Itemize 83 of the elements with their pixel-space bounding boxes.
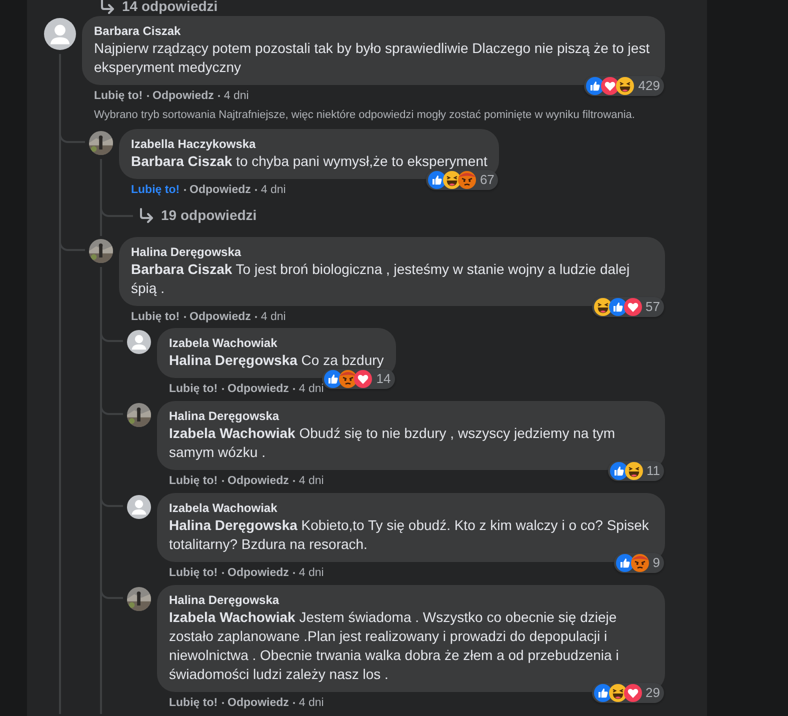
avatar-icon[interactable] <box>127 494 151 518</box>
like-link[interactable]: Lubię to! <box>94 88 143 104</box>
laughing-face-icon <box>608 684 627 702</box>
author-name[interactable]: Halina Deręgowska <box>131 244 653 260</box>
reaction-count: 429 <box>638 77 660 95</box>
comment-text: Barbara Ciszak To jest broń biologiczna , jesteśmy w stanie wojny a ludzie dalej śpią . <box>131 260 631 298</box>
separator-dot <box>218 95 220 97</box>
timestamp: 4 dni <box>298 474 324 488</box>
laughing-face-icon <box>616 77 634 95</box>
comment-text: Najpierw rządzący potem pozostali tak by było sprawiedliwie Dlaczego nie piszą że to jest eksperyment medyczny <box>94 39 651 77</box>
like-link[interactable]: Lubię to! <box>169 564 218 580</box>
author-name[interactable]: Halina Deręgowska <box>169 592 653 608</box>
reply-link[interactable]: Odpowiedz <box>228 694 289 710</box>
reply-link[interactable]: Odpowiedz <box>152 88 214 104</box>
avatar-icon[interactable] <box>44 18 76 50</box>
reaction-count: 57 <box>646 298 660 316</box>
reaction-count: 14 <box>376 370 391 388</box>
like-link[interactable]: Lubię to! <box>169 380 218 396</box>
thumbs-up-icon <box>428 171 446 189</box>
reaction-count: 67 <box>480 171 494 189</box>
separator-dot <box>222 480 224 482</box>
laughing-face-icon <box>624 462 642 480</box>
filter-notice: Wybrano tryb sortowania Najtrafniejsze, więc niektóre odpowiedzi mogły zostać pominięte w wyniku filtrowania. <box>94 108 636 123</box>
angry-face-icon <box>458 171 476 189</box>
reaction-summary[interactable]: 67 <box>426 170 498 190</box>
reaction-summary[interactable]: 11 <box>608 460 664 480</box>
timestamp: 4 dni <box>260 310 286 324</box>
reaction-count: 29 <box>646 684 660 702</box>
separator-dot <box>254 316 257 318</box>
reply-link[interactable]: Odpowiedz <box>190 182 251 198</box>
thumbs-up-icon <box>594 684 612 702</box>
reaction-summary[interactable]: 57 <box>592 296 664 316</box>
separator-dot <box>222 702 224 704</box>
separator-dot <box>222 388 224 390</box>
author-name[interactable]: Izabella Haczykowska <box>131 136 488 152</box>
author-name[interactable]: Izabela Wachowiak <box>169 334 384 350</box>
timestamp: 4 dni <box>298 382 324 396</box>
reaction-summary[interactable]: 9 <box>614 552 664 572</box>
like-link[interactable]: Lubię to! <box>131 182 180 198</box>
reply-link[interactable]: Odpowiedz <box>190 308 251 324</box>
comment-text: Halina Deręgowska Kobieto,to Ty się obudź. Kto z kim walczy i o co? Spisek totalitarny? Bzdura na resorach. <box>169 516 650 554</box>
timestamp: 4 dni <box>298 696 324 710</box>
reply-link[interactable]: Odpowiedz <box>228 380 289 396</box>
separator-dot <box>184 316 186 318</box>
comment-text: Barbara Ciszak to chyba pani wymysł,że to eksperyment <box>131 152 488 171</box>
separator-dot <box>292 702 295 704</box>
separator-dot <box>292 480 295 482</box>
separator-dot <box>292 388 295 390</box>
like-link[interactable]: Lubię to! <box>131 308 180 324</box>
separator-dot <box>292 572 295 574</box>
author-name[interactable]: Izabela Wachowiak <box>169 500 653 516</box>
comment-text: Izabela Wachowiak Jestem świadoma . Wszystko co obecnie się dzieje zostało zaplanowane .Plan jest realizowany i prowadzi do depopulacji i niewolnictwa . Obecnie trwania walka dobra że złem a od przebudzenia i świadomości ludzi zależy nasz los . <box>169 608 620 684</box>
reply-link[interactable]: Odpowiedz <box>228 472 289 488</box>
reaction-count: 9 <box>652 554 660 572</box>
timestamp: 4 dni <box>298 566 324 580</box>
thumbs-up-icon <box>610 462 628 480</box>
laughing-face-icon <box>594 298 612 316</box>
laughing-face-icon <box>442 171 461 189</box>
reply-link[interactable]: Odpowiedz <box>228 564 289 580</box>
author-name[interactable]: Halina Deręgowska <box>169 408 653 424</box>
separator-dot <box>222 572 224 574</box>
separator-dot <box>146 95 149 97</box>
reaction-count: 11 <box>646 462 660 480</box>
reaction-summary[interactable]: 14 <box>322 368 395 388</box>
timestamp: 4 dni <box>224 89 249 104</box>
comment-text: Izabela Wachowiak Obudź się to nie bzdury , wszyscy jedziemy na tym samym wózku . <box>169 424 616 462</box>
timestamp: 4 dni <box>260 183 286 198</box>
reaction-summary[interactable]: 429 <box>584 76 664 96</box>
thumbs-up-icon <box>616 554 634 572</box>
separator-dot <box>254 189 257 191</box>
thumbs-up-icon <box>608 298 627 316</box>
separator-dot <box>184 189 186 191</box>
more-replies-link[interactable]: 14 odpowiedzi <box>100 0 218 14</box>
avatar-icon[interactable] <box>127 330 151 354</box>
more-replies-link[interactable]: 19 odpowiedzi <box>139 205 257 225</box>
comment-text: Halina Deręgowska Co za bzdury <box>169 350 384 370</box>
reaction-summary[interactable]: 29 <box>592 682 664 702</box>
angry-face-icon <box>630 554 649 572</box>
like-link[interactable]: Lubię to! <box>169 694 218 710</box>
reply-arrow-icon <box>139 208 154 222</box>
like-link[interactable]: Lubię to! <box>169 472 218 488</box>
author-name[interactable]: Barbara Ciszak <box>94 23 653 39</box>
reply-arrow-icon <box>100 0 115 14</box>
